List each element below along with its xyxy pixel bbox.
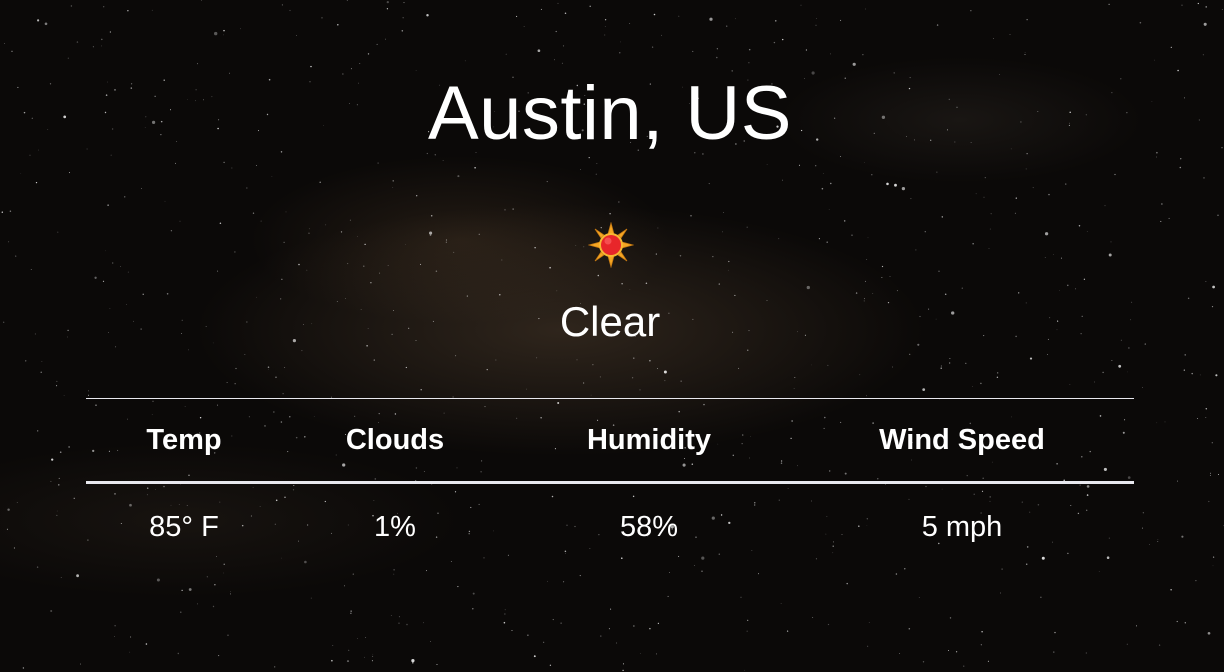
clouds-header: Clouds <box>282 398 508 484</box>
sun-icon <box>588 222 634 268</box>
temp-header: Temp <box>86 398 282 484</box>
weather-condition: Clear <box>559 298 661 345</box>
stats-value-row: 85° F 1% 58% 5 mph <box>86 483 1134 571</box>
city-title: Austin, US <box>427 71 793 156</box>
clouds-value: 1% <box>374 510 416 543</box>
humidity-value: 58% <box>619 510 679 543</box>
wind-speed-header: Wind Speed <box>790 398 1134 484</box>
stats-header-row: Temp Clouds Humidity Wind Speed <box>86 398 1134 484</box>
weather-stats-table: Temp Clouds Humidity Wind Speed 85° F 1%… <box>86 398 1134 570</box>
weather-card: Austin, US Clear Temp Clouds Humidity Wi… <box>0 0 1224 672</box>
humidity-header: Humidity <box>508 398 790 484</box>
temp-value: 85° F <box>149 510 219 543</box>
wind-speed-value: 5 mph <box>921 510 1003 543</box>
